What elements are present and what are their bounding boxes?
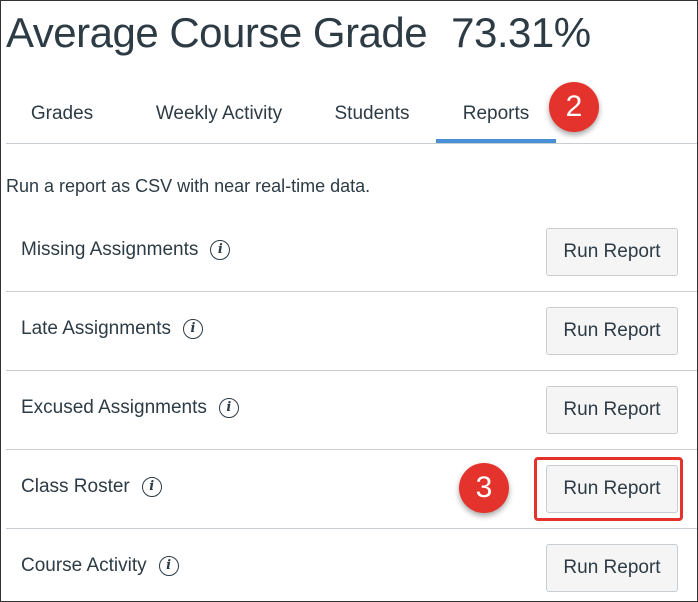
report-list: Missing Assignments i Run Report Late Ass… [6,213,697,601]
report-name: Course Activity i [21,555,179,577]
report-row-excused-assignments: Excused Assignments i Run Report [6,371,697,450]
run-report-button-late-assignments[interactable]: Run Report [546,307,678,355]
run-report-button-missing-assignments[interactable]: Run Report [546,228,678,276]
reports-description: Run a report as CSV with near real-time … [6,176,371,196]
tab-weekly-activity[interactable]: Weekly Activity [124,91,314,141]
page-title: Average Course Grade 73.31% [6,5,591,61]
report-label: Excused Assignments [21,397,207,418]
report-label: Course Activity [21,555,147,576]
course-analytics-panel: Average Course Grade 73.31% Grades Weekly… [0,0,698,602]
info-icon[interactable]: i [210,240,231,260]
tab-reports[interactable]: Reports [436,91,556,143]
highlight-box-class-roster [534,457,683,521]
average-grade-value: 73.31% [451,9,591,56]
run-report-button-course-activity[interactable]: Run Report [546,544,678,592]
report-label: Class Roster [21,476,130,497]
report-name: Missing Assignments i [21,239,231,261]
report-row-course-activity: Course Activity i Run Report [6,529,697,601]
report-name: Class Roster i [21,476,162,498]
report-name: Late Assignments i [21,318,203,340]
report-label: Late Assignments [21,318,171,339]
report-row-missing-assignments: Missing Assignments i Run Report [6,213,697,292]
tab-grades[interactable]: Grades [6,91,118,141]
run-report-button-excused-assignments[interactable]: Run Report [546,386,678,434]
step-3-annotation: 3 [459,463,509,513]
tab-students[interactable]: Students [316,91,428,141]
title-text: Average Course Grade [6,9,428,56]
step-2-annotation: 2 [549,82,599,132]
info-icon[interactable]: i [141,477,162,497]
report-label: Missing Assignments [21,239,199,260]
report-row-late-assignments: Late Assignments i Run Report [6,292,697,371]
info-icon[interactable]: i [182,319,203,339]
info-icon[interactable]: i [218,398,239,418]
report-name: Excused Assignments i [21,397,239,419]
info-icon[interactable]: i [158,556,179,576]
